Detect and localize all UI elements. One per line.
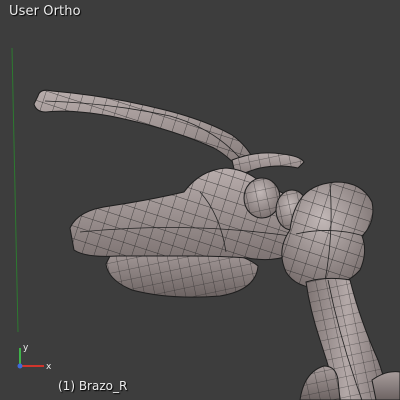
- axis-gizmo: y x: [17, 343, 52, 372]
- z-axis-dot-icon: [17, 363, 23, 369]
- 3d-viewport[interactable]: User Ortho y x (1) Brazo_R: [0, 0, 400, 400]
- active-object-info: (1) Brazo_R: [58, 379, 128, 393]
- view-name-label: User Ortho: [9, 4, 81, 19]
- y-axis-label: y: [23, 343, 29, 353]
- x-axis-label: x: [46, 362, 52, 372]
- mesh-arm-brazo-r: [33, 89, 400, 400]
